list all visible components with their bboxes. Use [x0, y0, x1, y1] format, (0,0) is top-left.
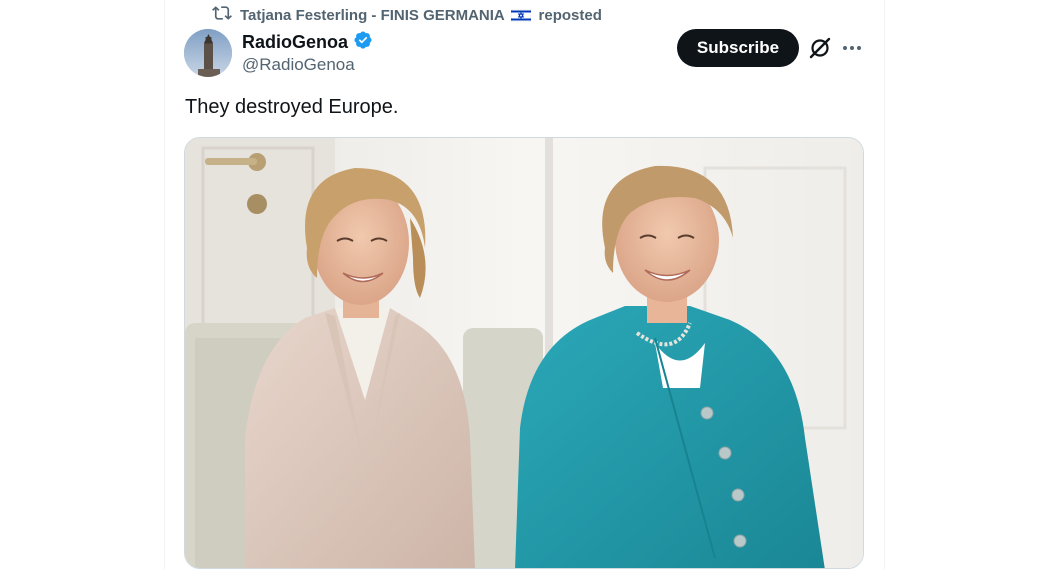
tweet-media-image[interactable] [184, 137, 864, 569]
author-handle[interactable]: @RadioGenoa [242, 55, 355, 75]
grok-icon[interactable] [808, 36, 832, 60]
verified-badge-icon [353, 30, 373, 55]
repost-text: Tatjana Festerling - FINIS GERMANIA repo… [240, 7, 602, 24]
reposted-label: reposted [538, 6, 602, 24]
more-options-icon[interactable] [840, 36, 864, 60]
reposter-name[interactable]: Tatjana Festerling - FINIS GERMANIA [240, 7, 504, 24]
repost-header[interactable]: Tatjana Festerling - FINIS GERMANIA repo… [212, 5, 602, 25]
tweet-text: They destroyed Europe. [185, 96, 399, 118]
author-name-row[interactable]: RadioGenoa [242, 30, 373, 55]
subscribe-button[interactable]: Subscribe [677, 29, 799, 67]
repost-icon [212, 3, 232, 27]
author-display-name[interactable]: RadioGenoa [242, 32, 348, 53]
israel-flag-icon [511, 8, 532, 23]
avatar[interactable] [184, 29, 232, 77]
